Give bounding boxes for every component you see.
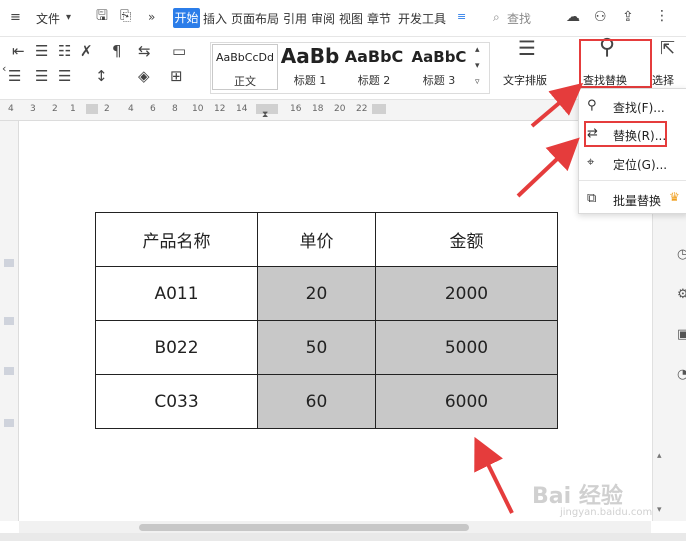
watermark-sub: jingyan.baidu.com [560,507,653,518]
annotation-arrows [474,82,584,514]
watermark: Bai 经验 [532,484,623,509]
arrow-to-replace [516,137,580,198]
status-strip [0,533,686,541]
horizontal-scrollbar[interactable] [19,521,651,533]
arrow-to-find-replace [530,82,584,128]
arrow-to-table [474,436,514,514]
scrollbar-thumb[interactable] [139,524,469,531]
